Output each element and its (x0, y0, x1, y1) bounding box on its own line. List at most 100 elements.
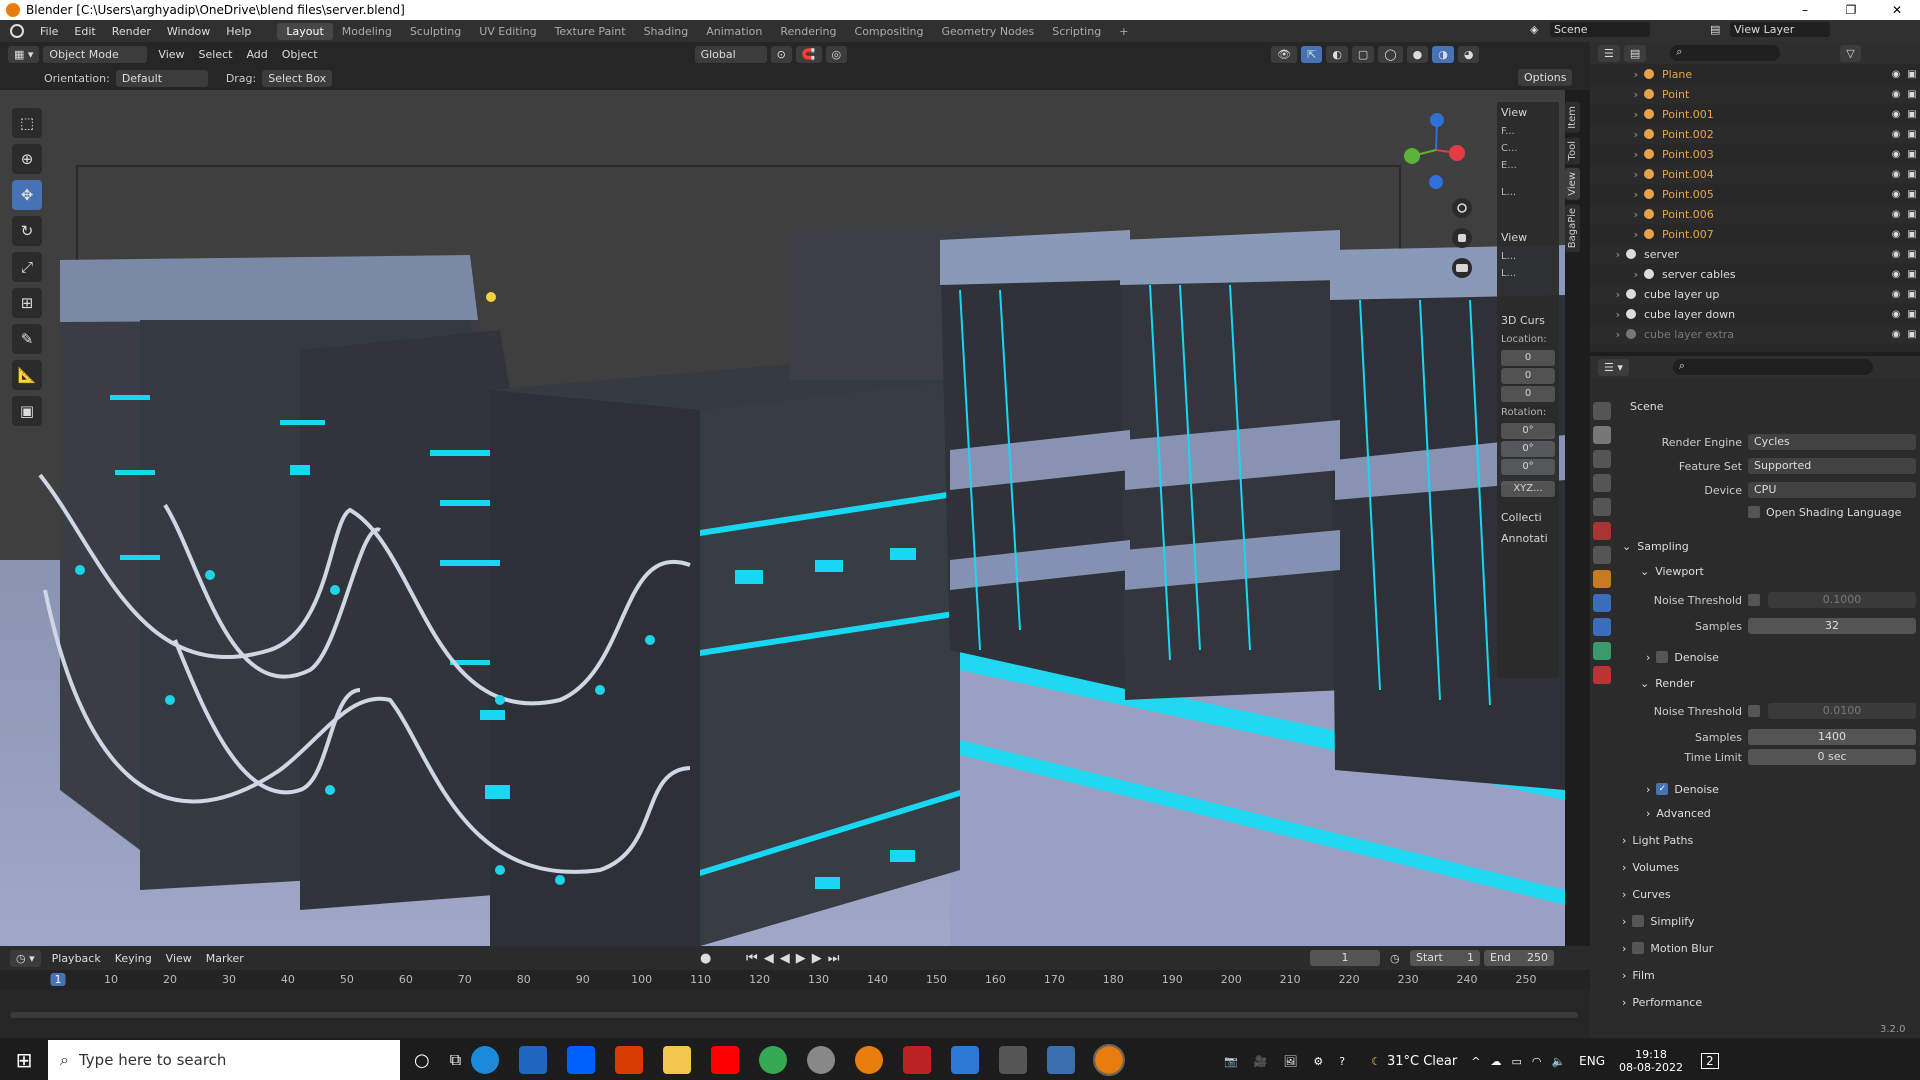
vp-denoise-subsection[interactable]: › Denoise (1646, 646, 1920, 668)
outliner-row[interactable]: › cube layer down ◉ ▣ (1590, 304, 1920, 324)
scale-tool-icon[interactable]: ⤢ (12, 252, 42, 282)
expand-chevron-icon[interactable]: › (1590, 328, 1626, 341)
curves-section[interactable]: › Curves (1622, 883, 1916, 905)
render-camera-icon[interactable]: ▣ (1904, 229, 1920, 240)
cursor-rotation-z[interactable]: 0° (1501, 459, 1555, 475)
visibility-icon[interactable]: 👁 (1271, 45, 1298, 63)
help-icon[interactable]: ? (1339, 1055, 1345, 1068)
timeline-view-menu[interactable]: View (159, 950, 199, 967)
cursor-location-z[interactable]: 0 (1501, 386, 1555, 402)
outliner-row[interactable]: › server ◉ ▣ (1590, 244, 1920, 264)
visibility-eye-icon[interactable]: ◉ (1888, 109, 1904, 120)
camera-icon[interactable]: 📷 (1224, 1055, 1238, 1068)
collection-props-icon[interactable] (1593, 546, 1611, 564)
expand-chevron-icon[interactable]: › (1590, 208, 1644, 221)
workspace-tab-animation[interactable]: Animation (697, 23, 771, 40)
visibility-eye-icon[interactable]: ◉ (1888, 329, 1904, 340)
properties-search-input[interactable]: ⌕ (1672, 359, 1873, 375)
onedrive-icon[interactable]: ☁ (1490, 1055, 1501, 1068)
workspace-tab-uv-editing[interactable]: UV Editing (470, 23, 545, 40)
film-section[interactable]: › Film (1622, 964, 1916, 986)
volumes-section[interactable]: › Volumes (1622, 856, 1916, 878)
select-box-tool-icon[interactable]: ⬚ (12, 108, 42, 138)
workspace-tab-layout[interactable]: Layout (277, 22, 333, 40)
constraint-props-icon[interactable] (1593, 642, 1611, 660)
editor-type-button[interactable]: ▦ ▾ (8, 45, 40, 63)
expand-chevron-icon[interactable]: › (1590, 308, 1626, 321)
viewport-subsection[interactable]: ⌄ Viewport (1640, 560, 1920, 582)
render-camera-icon[interactable]: ▣ (1904, 209, 1920, 220)
menu-edit[interactable]: Edit (66, 25, 103, 38)
outliner-row[interactable]: › Point.003 ◉ ▣ (1590, 144, 1920, 164)
clock[interactable]: 19:18 08-08-2022 (1619, 1048, 1683, 1074)
world-props-icon[interactable] (1593, 522, 1611, 540)
workspace-tab-geometry-nodes[interactable]: Geometry Nodes (932, 23, 1043, 40)
settings-icon[interactable]: ⚙ (1313, 1055, 1323, 1068)
orientation-dropdown[interactable]: Default (115, 69, 208, 87)
expand-chevron-icon[interactable]: › (1590, 128, 1644, 141)
tab-bagapie[interactable]: BagaPie (1565, 203, 1580, 253)
visibility-eye-icon[interactable]: ◉ (1888, 169, 1904, 180)
weather-text[interactable]: 31°C Clear (1387, 1054, 1457, 1069)
screen-recorder-icon[interactable] (903, 1046, 932, 1074)
render-camera-icon[interactable]: ▣ (1904, 189, 1920, 200)
visibility-eye-icon[interactable]: ◉ (1888, 269, 1904, 280)
add-workspace-button[interactable]: + (1110, 23, 1137, 40)
xray-icon[interactable]: ▢ (1351, 45, 1375, 63)
visibility-eye-icon[interactable]: ◉ (1888, 149, 1904, 160)
visibility-eye-icon[interactable]: ◉ (1888, 129, 1904, 140)
view-menu[interactable]: View (151, 46, 191, 63)
annotate-tool-icon[interactable]: ✎ (12, 324, 42, 354)
view-lock-header[interactable]: View (1497, 227, 1559, 248)
workspace-tab-shading[interactable]: Shading (635, 23, 698, 40)
scene-props-icon[interactable] (1593, 498, 1611, 516)
options-dropdown[interactable]: Options (1518, 69, 1573, 86)
vp-noise-checkbox[interactable] (1748, 594, 1760, 606)
menu-render[interactable]: Render (104, 25, 159, 38)
expand-chevron-icon[interactable]: › (1590, 268, 1644, 281)
rotation-mode-dropdown[interactable]: XYZ... (1501, 481, 1555, 497)
proportional-edit-icon[interactable]: ◎ (825, 45, 848, 63)
timeline-body[interactable] (0, 990, 1590, 1038)
render-camera-icon[interactable]: ▣ (1904, 289, 1920, 300)
expand-chevron-icon[interactable]: › (1590, 148, 1644, 161)
tray-chevron-icon[interactable]: ^ (1471, 1055, 1480, 1068)
outliner-row[interactable]: › Point ◉ ▣ (1590, 84, 1920, 104)
view-layer-selector[interactable]: View Layer (1730, 22, 1830, 37)
expand-chevron-icon[interactable]: › (1590, 228, 1644, 241)
workspace-tab-sculpting[interactable]: Sculpting (401, 23, 470, 40)
view-layer-props-icon[interactable] (1593, 474, 1611, 492)
steam-icon[interactable] (807, 1046, 836, 1074)
render-camera-icon[interactable]: ▣ (1904, 329, 1920, 340)
file-explorer-icon[interactable] (663, 1046, 692, 1074)
workspace-tab-modeling[interactable]: Modeling (333, 23, 401, 40)
visibility-eye-icon[interactable]: ◉ (1888, 69, 1904, 80)
expand-chevron-icon[interactable]: › (1590, 248, 1626, 261)
sampling-section[interactable]: ⌄ Sampling (1622, 535, 1916, 557)
vp-denoise-checkbox[interactable] (1656, 651, 1669, 663)
select-menu[interactable]: Select (192, 46, 240, 63)
expand-chevron-icon[interactable]: › (1590, 168, 1644, 181)
windows-start-icon[interactable]: ⊞ (0, 1048, 48, 1072)
display-mode-icon[interactable]: ▤ (1623, 44, 1647, 62)
filter-icon[interactable]: ▽ (1840, 44, 1861, 62)
gizmo-icon[interactable]: ⇱ (1301, 45, 1323, 63)
time-limit-field[interactable]: 0 sec (1748, 749, 1916, 765)
material-shading-icon[interactable]: ◑ (1432, 45, 1454, 63)
vp-noise-field[interactable]: 0.1000 (1768, 592, 1916, 608)
output-props-icon[interactable] (1593, 450, 1611, 468)
simplify-section[interactable]: › Simplify (1622, 910, 1916, 932)
motion-blur-section[interactable]: › Motion Blur (1622, 937, 1916, 959)
vp-samples-field[interactable]: 32 (1748, 618, 1916, 634)
workspace-tab-compositing[interactable]: Compositing (846, 23, 933, 40)
cursor-rotation-x[interactable]: 0° (1501, 423, 1555, 439)
expand-chevron-icon[interactable]: › (1590, 288, 1626, 301)
performance-section[interactable]: › Performance (1622, 991, 1916, 1013)
timeline-editor-type-icon[interactable]: ◷ ▾ (10, 949, 41, 967)
menu-window[interactable]: Window (159, 25, 218, 38)
measure-tool-icon[interactable]: 📐 (12, 360, 42, 390)
3d-cursor-header[interactable]: 3D Curs (1497, 310, 1559, 331)
language-indicator[interactable]: ENG (1579, 1054, 1605, 1068)
office-icon[interactable] (615, 1046, 644, 1074)
rendered-shading-icon[interactable]: ◕ (1457, 45, 1480, 63)
